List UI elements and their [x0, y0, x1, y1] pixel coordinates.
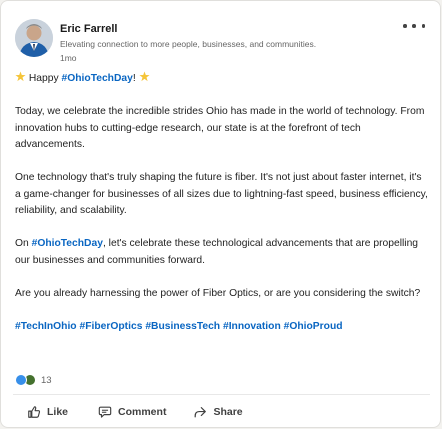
- paragraph-1: Today, we celebrate the incredible strid…: [15, 106, 425, 150]
- greeting-suffix: !: [132, 73, 136, 84]
- hashtag-ohiotechday-inline[interactable]: #OhioTechDay: [32, 238, 103, 249]
- hashtag-businesstech[interactable]: #BusinessTech: [145, 321, 220, 332]
- hashtag-techinohio[interactable]: #TechInOhio: [15, 321, 77, 332]
- greeting-prefix: Happy: [28, 73, 62, 84]
- comment-label: Comment: [118, 406, 167, 418]
- paragraph-2: One technology that's truly shaping the …: [15, 172, 428, 216]
- comment-button[interactable]: Comment: [98, 399, 166, 425]
- post-actions: Like Comment Share: [15, 399, 243, 425]
- hashtag-innovation[interactable]: #Innovation: [223, 321, 281, 332]
- author-headline: Elevating connection to more people, bus…: [60, 39, 317, 49]
- more-options-icon: [403, 24, 407, 28]
- post-timestamp: 1mo: [60, 53, 77, 63]
- sparkle-star-icon: [15, 71, 26, 82]
- reactions-summary[interactable]: 13: [15, 373, 52, 387]
- paragraph-4: Are you already harnessing the power of …: [15, 287, 421, 299]
- like-reaction-icon: [15, 374, 27, 386]
- share-button[interactable]: Share: [193, 399, 243, 425]
- avatar-photo: [15, 19, 53, 57]
- thumbs-up-icon: [28, 406, 41, 418]
- hashtag-ohioproud[interactable]: #OhioProud: [284, 321, 343, 332]
- sparkle-star-icon: [139, 71, 150, 82]
- paragraph-3-prefix: On: [15, 238, 32, 249]
- post-card: Eric Farrell Elevating connection to mor…: [0, 0, 441, 428]
- hashtag-list: #TechInOhio #FiberOptics #BusinessTech #…: [15, 319, 429, 336]
- like-label: Like: [47, 406, 69, 418]
- avatar[interactable]: [15, 19, 53, 57]
- like-button[interactable]: Like: [27, 399, 68, 425]
- share-label: Share: [213, 406, 243, 418]
- hashtag-ohiotechday[interactable]: #OhioTechDay: [62, 73, 133, 84]
- paragraph-3: On #OhioTechDay, let's celebrate these t…: [15, 236, 429, 269]
- reaction-count[interactable]: 13: [41, 375, 52, 386]
- comment-icon: [98, 406, 112, 418]
- more-options-button[interactable]: [403, 19, 425, 33]
- greeting-line: Happy #OhioTechDay!: [15, 71, 429, 88]
- divider: [13, 394, 430, 395]
- author-name[interactable]: Eric Farrell: [60, 23, 117, 35]
- more-options-icon-dot: [421, 24, 425, 28]
- share-icon: [195, 407, 207, 418]
- more-options-icon-dot: [412, 24, 416, 28]
- hashtag-fiberoptics[interactable]: #FiberOptics: [79, 321, 142, 332]
- post-body: Happy #OhioTechDay! Today, we celebrate …: [15, 71, 429, 335]
